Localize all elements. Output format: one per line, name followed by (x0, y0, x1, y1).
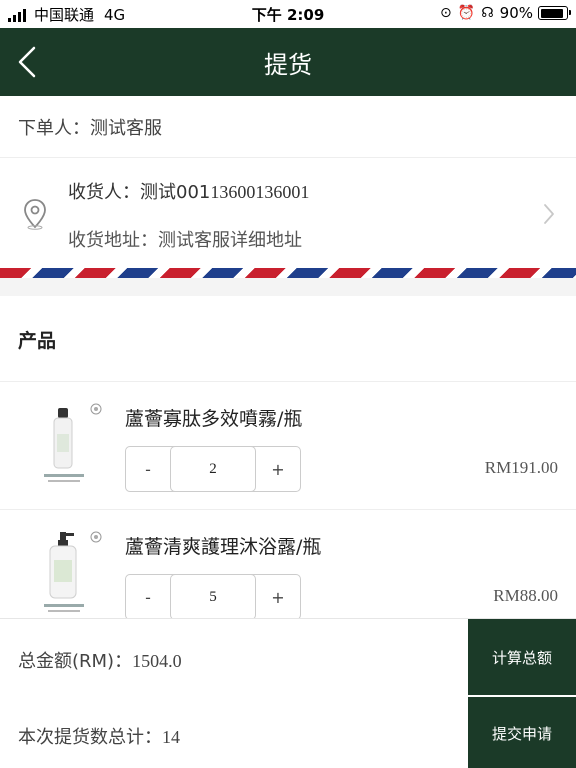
recipient-label: 收货人： (68, 182, 140, 203)
headphones-icon: ☊ (481, 5, 494, 21)
address-card[interactable]: 收货人：测试00113600136001 收货地址：测试客服详细地址 (0, 158, 576, 268)
recipient-phone: 13600136001 (210, 182, 310, 202)
rotation-lock-icon: ⊙ (440, 5, 452, 21)
total-label: 总金额(RM)： (18, 651, 133, 672)
increase-button[interactable]: + (256, 447, 300, 491)
nav-bar: 提货 (0, 28, 576, 96)
product-item: 蘆薈寡肽多效噴霧/瓶 - 2 + RM191.00 (0, 382, 576, 510)
total-count: 本次提货数总计：14 (18, 723, 180, 749)
recipient-name: 测试001 (140, 182, 211, 203)
calculate-total-button[interactable]: 计算总额 (468, 619, 576, 695)
total-amount: 总金额(RM)：1504.0 (18, 647, 182, 673)
address-value: 测试客服详细地址 (158, 230, 302, 251)
total-value: 1504.0 (132, 651, 182, 671)
products-header: 产品 (0, 296, 576, 382)
orderer-row: 下单人：测试客服 (0, 96, 576, 158)
quantity-input[interactable]: 2 (170, 446, 256, 492)
page-title: 提货 (264, 51, 312, 79)
status-bar: 中国联通 4G 下午 2:09 ⊙ ⏰ ☊ 90% (0, 0, 576, 28)
quantity-stepper: - 2 + (125, 446, 301, 492)
product-price: RM191.00 (484, 458, 558, 477)
products-title: 产品 (18, 330, 57, 352)
product-price: RM88.00 (493, 586, 558, 605)
product-name: 蘆薈寡肽多效噴霧/瓶 (125, 408, 303, 430)
product-name: 蘆薈清爽護理沐浴露/瓶 (125, 536, 322, 558)
product-image-spray (36, 400, 92, 492)
address-line: 收货地址：测试客服详细地址 (68, 226, 302, 252)
quantity-stepper: - 5 + (125, 574, 301, 620)
section-gap (0, 278, 576, 296)
summary-bar: 总金额(RM)：1504.0 本次提货数总计：14 计算总额 提交申请 (0, 618, 576, 768)
recipient-line: 收货人：测试00113600136001 (68, 178, 309, 204)
airmail-border (0, 268, 576, 278)
orderer-text: 下单人：测试客服 (18, 114, 162, 140)
battery-fill (540, 8, 563, 18)
alarm-icon: ⏰ (457, 5, 476, 21)
chevron-right-icon (542, 202, 556, 226)
product-badge-icon (90, 400, 102, 415)
orderer-name: 测试客服 (90, 118, 162, 139)
address-label: 收货地址： (68, 230, 158, 251)
quantity-input[interactable]: 5 (170, 574, 256, 620)
product-badge-icon (90, 528, 102, 543)
count-label: 本次提货数总计： (18, 727, 162, 748)
orderer-label: 下单人： (18, 118, 90, 139)
decrease-button[interactable]: - (126, 575, 170, 619)
battery-percent: 90% (499, 4, 533, 22)
location-pin-icon (22, 198, 48, 230)
submit-request-button[interactable]: 提交申请 (468, 697, 576, 768)
product-image-bodywash (36, 528, 92, 620)
decrease-button[interactable]: - (126, 447, 170, 491)
battery-icon (538, 6, 571, 20)
increase-button[interactable]: + (256, 575, 300, 619)
count-value: 14 (162, 727, 180, 747)
status-right: ⊙ ⏰ ☊ 90% (440, 4, 571, 22)
